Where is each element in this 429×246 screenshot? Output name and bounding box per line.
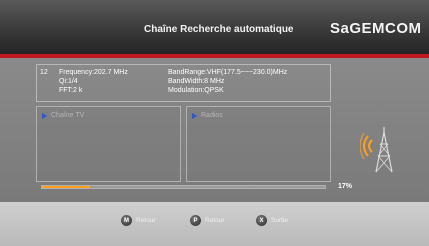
qi-value: Qi:1/4 [59, 78, 78, 85]
back-button-m[interactable]: M Retour [121, 215, 156, 226]
tv-channel-list[interactable]: Chaîne TV [36, 106, 181, 182]
fft-value: FFT:2 k [59, 87, 83, 94]
tv-list-label: Chaîne TV [51, 112, 85, 119]
brand-logo: SaGEMCOM [330, 20, 422, 37]
channel-number: 12 [40, 69, 48, 76]
m-key-icon: M [121, 215, 132, 226]
progress-bar [41, 185, 326, 189]
radio-list-header: Radios [192, 112, 223, 119]
band-range-value: BandRange:VHF(177.5~~~230.0)MHz [168, 69, 288, 76]
modulation-value: Modulation:QPSK [168, 87, 224, 94]
arrow-right-icon [42, 112, 47, 119]
arrow-right-icon [192, 112, 197, 119]
x-key-icon: X [256, 215, 267, 226]
back-button-p[interactable]: P Retour [190, 215, 225, 226]
bandwidth-value: BandWidth:8 MHz [168, 78, 225, 85]
progress-percent: 17% [338, 183, 353, 190]
tv-list-header: Chaîne TV [42, 112, 84, 119]
radio-list-label: Radios [201, 112, 223, 119]
frequency-value: Frequency:202.7 MHz [59, 69, 128, 76]
page-title: Chaîne Recherche automatique [144, 24, 294, 35]
antenna-icon [360, 127, 393, 173]
p-key-icon: P [190, 215, 201, 226]
exit-button[interactable]: X Sortie [256, 215, 288, 226]
progress-fill [42, 186, 91, 188]
exit-label: Sortie [271, 217, 288, 224]
back-label: Retour [205, 217, 225, 224]
back-label: Retour [136, 217, 156, 224]
radio-channel-list[interactable]: Radios [186, 106, 331, 182]
